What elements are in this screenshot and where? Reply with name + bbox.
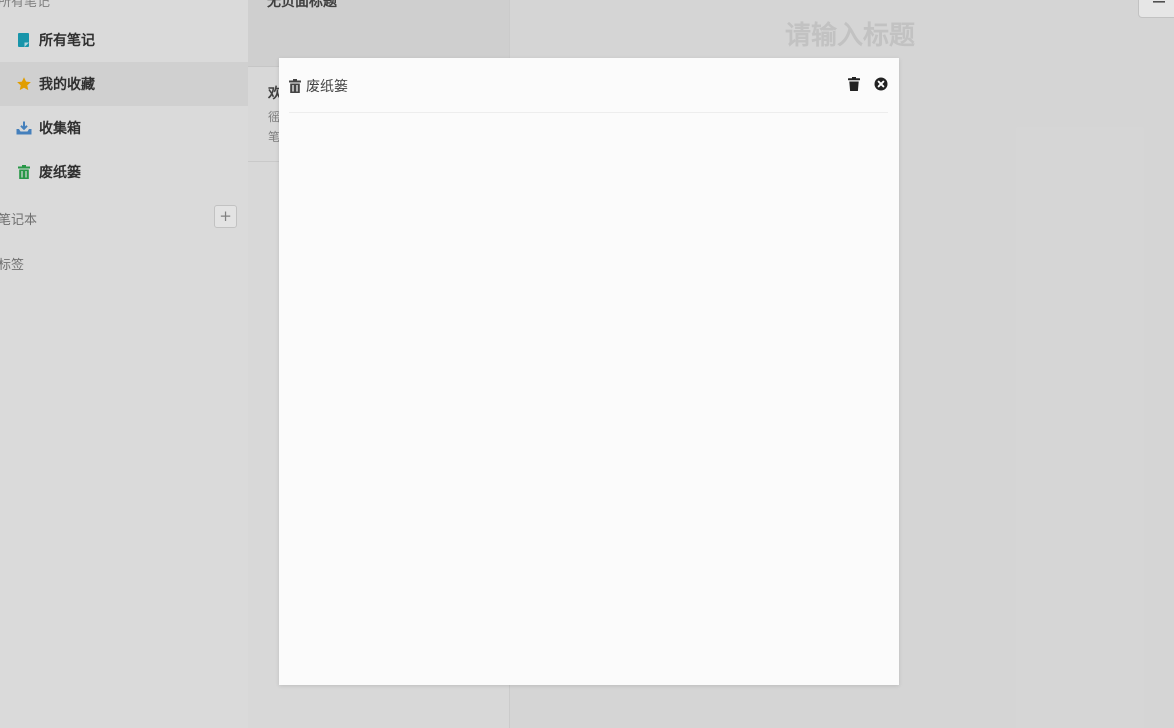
dialog-title: 废纸篓 xyxy=(289,76,348,96)
close-dialog-button[interactable] xyxy=(873,77,889,93)
dialog-title-label: 废纸篓 xyxy=(306,79,348,95)
empty-trash-button[interactable] xyxy=(846,76,862,95)
trash-icon xyxy=(289,79,303,93)
close-circle-icon xyxy=(874,76,888,95)
dialog-header: 废纸篓 xyxy=(289,58,888,113)
trash-dialog: 废纸篓 xyxy=(279,58,899,685)
trash-icon xyxy=(848,76,860,95)
